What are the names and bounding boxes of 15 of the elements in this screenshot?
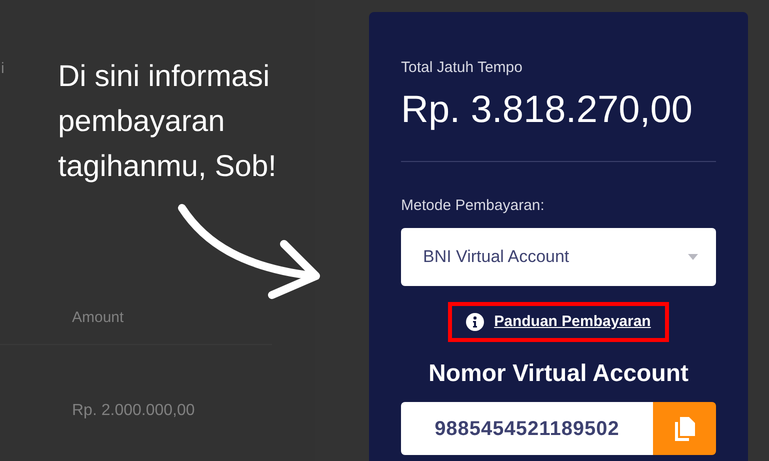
partial-text: i — [1, 59, 4, 78]
guide-link[interactable]: Panduan Pembayaran — [494, 310, 651, 334]
section-title: Nomor Virtual Account — [427, 359, 690, 389]
total-label: Total Jatuh Tempo — [401, 58, 524, 78]
copy-button[interactable] — [653, 402, 716, 455]
table-cell-text: Rp. 2.000.000,00 — [72, 401, 195, 421]
total-amount: Rp. 3.818.270,00 — [401, 88, 694, 133]
coach-mark-text: Di sini informasi pembayaran tagihanmu, Sob! — [58, 59, 278, 185]
info-icon — [466, 313, 484, 331]
caret-icon — [688, 254, 698, 260]
copy-icon — [674, 416, 694, 440]
payment-method-select[interactable]: BNI Virtual Account — [401, 228, 716, 286]
account-number-field: 9885454521189502 — [401, 402, 653, 455]
method-label: Metode Pembayaran: — [401, 196, 546, 216]
column-header: Amount — [72, 308, 124, 328]
